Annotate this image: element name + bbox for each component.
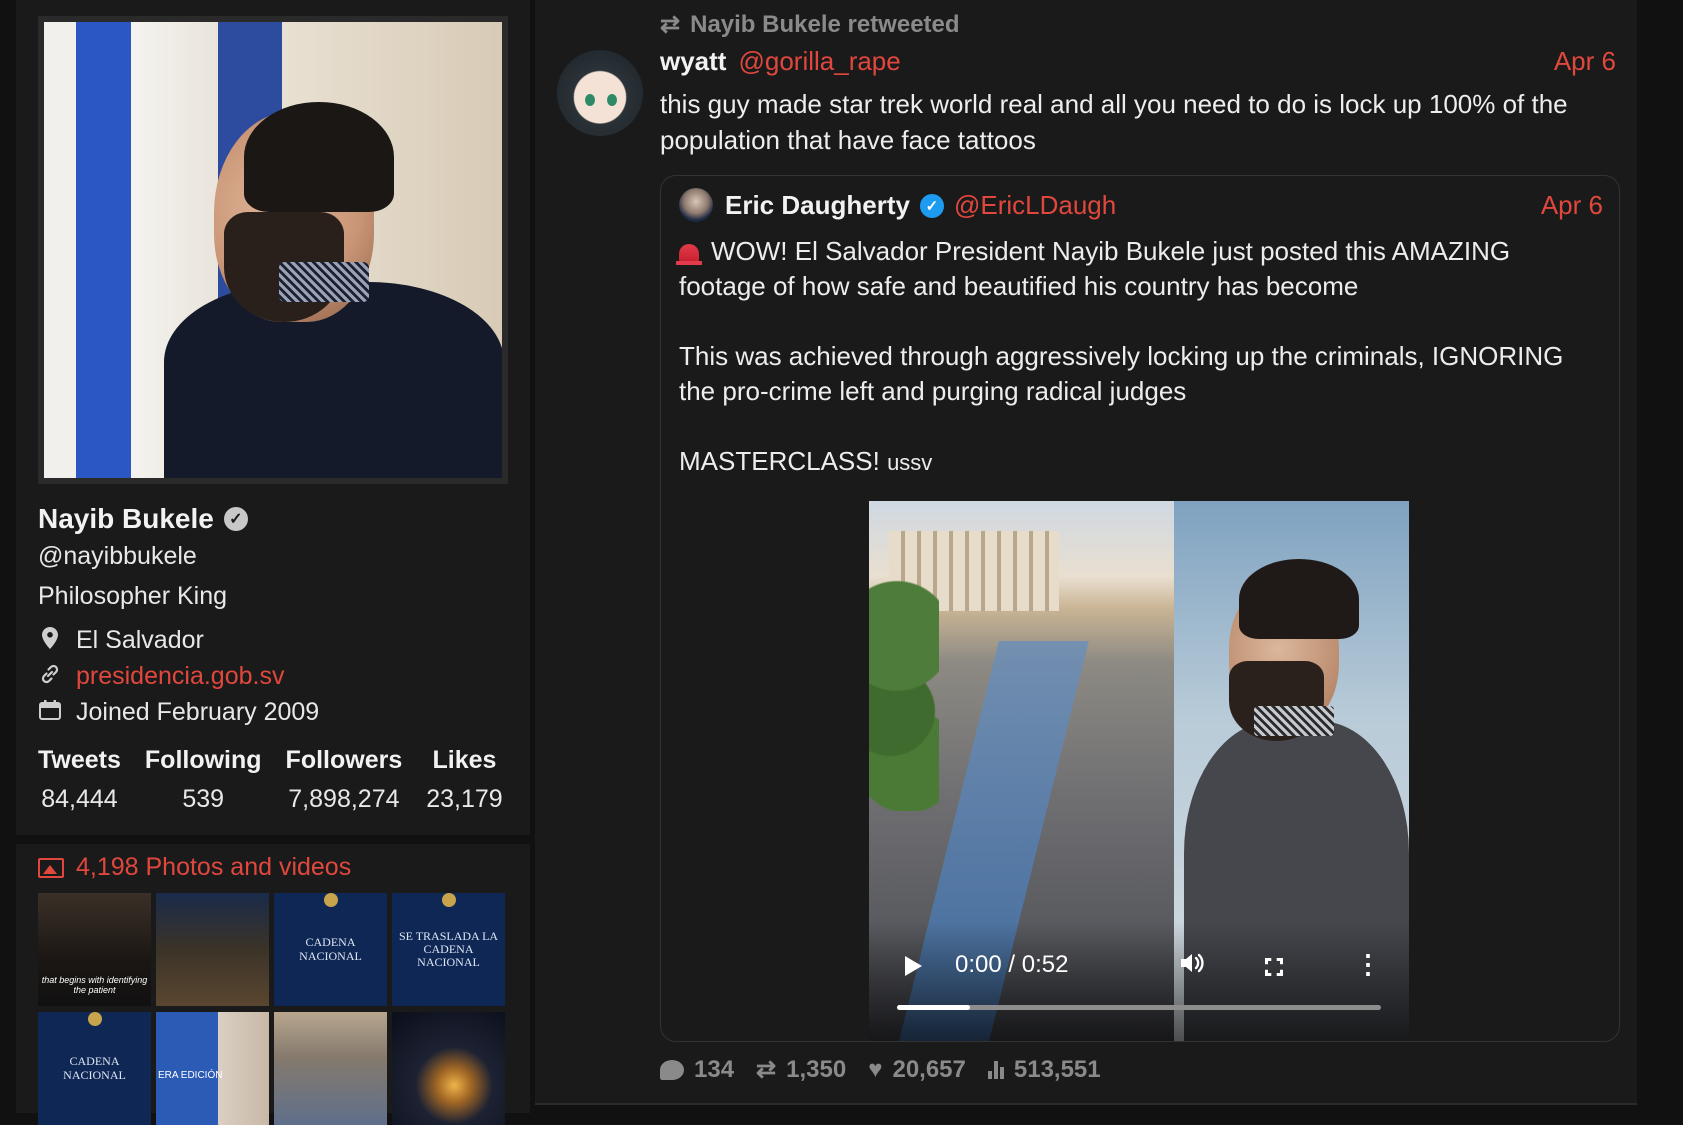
profile-bio: Philosopher King: [38, 582, 228, 610]
more-options-icon[interactable]: ⋮: [1355, 951, 1381, 977]
link-icon: [38, 663, 62, 691]
reply-icon: [660, 1059, 684, 1080]
reply-button[interactable]: 134: [660, 1056, 734, 1084]
video-progress-fill: [897, 1005, 970, 1010]
quote-handle[interactable]: @EricLDaugh: [954, 190, 1116, 221]
profile-name[interactable]: Nayib Bukele: [38, 503, 214, 535]
media-thumbnail[interactable]: SE TRASLADA LA CADENA NACIONAL: [392, 893, 505, 1006]
retweet-button[interactable]: ⇄ 1,350: [756, 1055, 846, 1084]
media-count-label[interactable]: 4,198 Photos and videos: [76, 853, 351, 882]
retweet-icon: ⇄: [756, 1056, 777, 1083]
joined-text: Joined February 2009: [76, 698, 320, 726]
stat-following[interactable]: Following 539: [145, 746, 262, 814]
views-count[interactable]: 513,551: [987, 1056, 1101, 1084]
image-icon: [38, 857, 64, 878]
divider: [535, 1103, 1637, 1105]
profile-joined: Joined February 2009: [38, 698, 319, 727]
quoted-tweet[interactable]: Eric Daugherty ✓ @EricLDaugh Apr 6 WOW! …: [660, 175, 1620, 1042]
tweet-stats: 134 ⇄ 1,350 ♥ 20,657 513,551: [660, 1055, 1101, 1084]
verified-icon: ✓: [223, 507, 248, 531]
profile-handle[interactable]: @nayibbukele: [38, 542, 197, 571]
website-link[interactable]: presidencia.gob.sv: [76, 662, 284, 691]
tweet-header: wyatt @gorilla_rape: [660, 46, 901, 77]
profile-location: El Salvador: [38, 626, 204, 655]
calendar-icon: [38, 699, 62, 726]
tweet-handle[interactable]: @gorilla_rape: [738, 46, 900, 77]
video-player[interactable]: 0:00 / 0:52 ⋮: [869, 501, 1409, 1041]
quote-text: WOW! El Salvador President Nayib Bukele …: [676, 236, 1564, 476]
retweet-indicator: ⇄ Nayib Bukele retweeted: [660, 10, 960, 39]
fullscreen-icon[interactable]: [1265, 958, 1283, 976]
video-controls: 0:00 / 0:52 ⋮: [869, 921, 1409, 1041]
profile-name-row: Nayib Bukele ✓: [38, 503, 248, 535]
location-text: El Salvador: [76, 626, 204, 654]
siren-emoji-icon: [676, 244, 702, 265]
volume-icon[interactable]: [1179, 951, 1207, 982]
media-thumbnail[interactable]: CADENA NACIONAL: [38, 1012, 151, 1125]
quote-avatar[interactable]: [679, 188, 713, 222]
location-pin-icon: [38, 626, 62, 655]
media-thumbnail[interactable]: ERA EDICIÓN: [156, 1012, 269, 1125]
quote-date[interactable]: Apr 6: [1541, 190, 1603, 221]
bar-chart-icon: [987, 1060, 1004, 1079]
quote-header: Eric Daugherty ✓ @EricLDaugh: [725, 190, 1116, 221]
profile-website[interactable]: presidencia.gob.sv: [38, 662, 284, 691]
media-thumbnail[interactable]: that begins with identifying the patient: [38, 893, 151, 1006]
profile-photo-image: [44, 22, 502, 478]
media-thumbnail[interactable]: CADENA NACIONAL: [274, 893, 387, 1006]
like-button[interactable]: ♥ 20,657: [868, 1056, 966, 1084]
stat-likes[interactable]: Likes 23,179: [426, 746, 502, 814]
video-progress-bar[interactable]: [897, 1005, 1381, 1010]
profile-photo[interactable]: [38, 16, 508, 484]
tweet-date[interactable]: Apr 6: [1554, 46, 1616, 77]
verified-badge-icon: ✓: [919, 193, 944, 218]
video-time: 0:00 / 0:52: [955, 951, 1069, 978]
stat-tweets[interactable]: Tweets 84,444: [38, 746, 121, 814]
heart-icon: ♥: [868, 1055, 883, 1083]
retweet-icon: ⇄: [660, 11, 681, 38]
stat-followers[interactable]: Followers 7,898,274: [286, 746, 403, 814]
profile-stats: Tweets 84,444 Following 539 Followers 7,…: [38, 746, 527, 814]
media-thumbnail[interactable]: [156, 893, 269, 1006]
avatar[interactable]: [557, 50, 643, 136]
tweet-author[interactable]: wyatt: [660, 46, 726, 77]
retweet-label[interactable]: Nayib Bukele retweeted: [690, 11, 959, 39]
media-header[interactable]: 4,198 Photos and videos: [38, 853, 351, 882]
quote-author[interactable]: Eric Daugherty: [725, 190, 910, 221]
play-icon[interactable]: [905, 956, 922, 976]
media-thumbnail[interactable]: [392, 1012, 505, 1125]
media-thumbnail[interactable]: [274, 1012, 387, 1125]
tweet-text: this guy made star trek world real and a…: [660, 89, 1568, 155]
